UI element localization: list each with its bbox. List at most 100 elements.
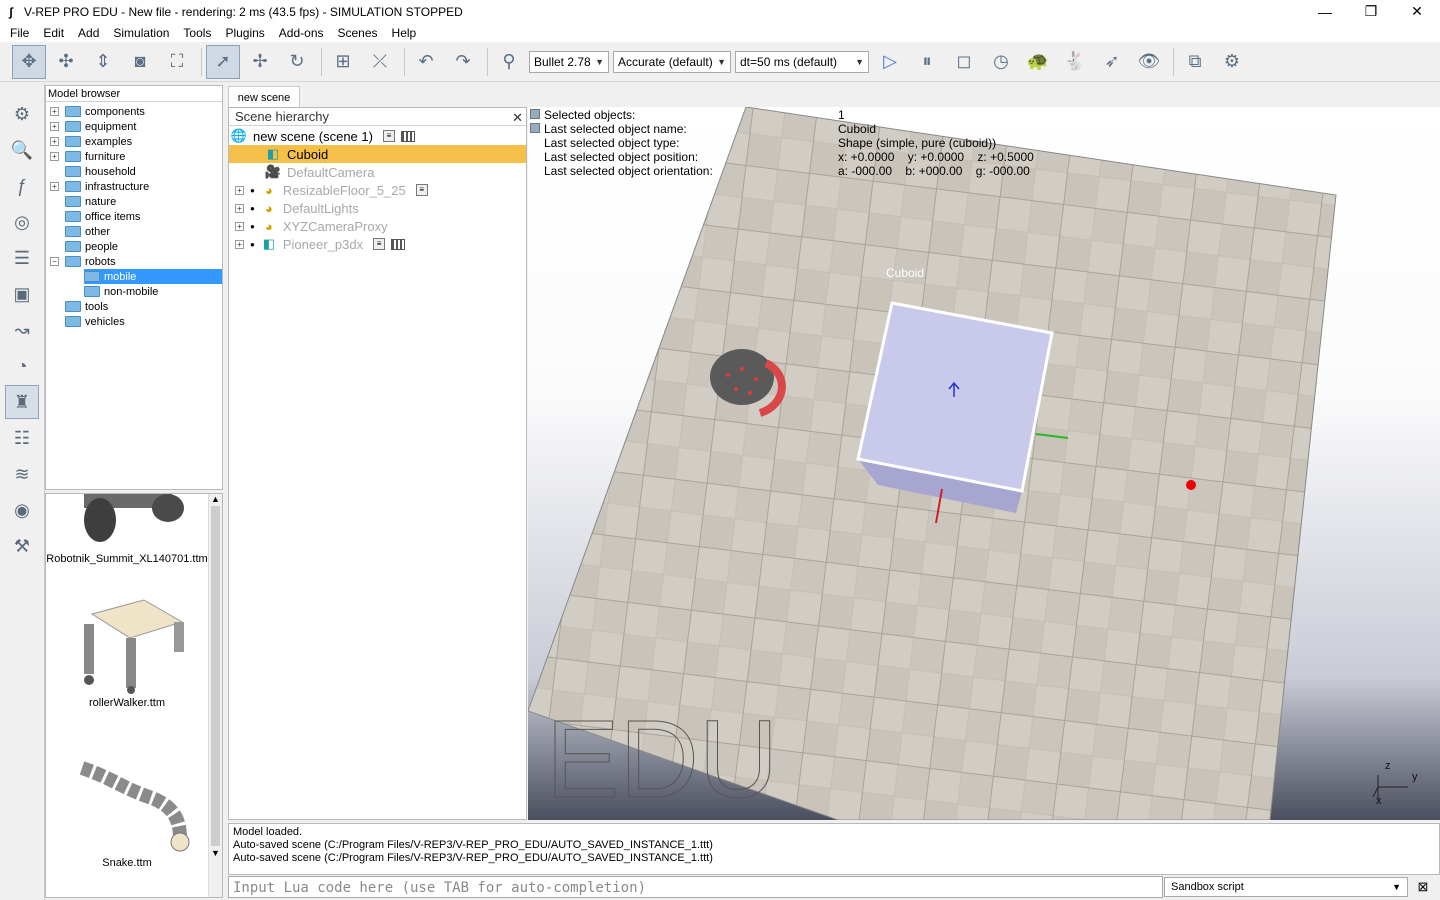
redo-icon[interactable]: ↷ [446, 45, 480, 79]
model-browser-icon[interactable]: ♜ [5, 385, 39, 419]
transfer-dna-icon[interactable]: ⤫ [363, 45, 397, 79]
scene-render[interactable]: Cuboid EDU z y x [528, 107, 1440, 820]
scrollbar-thumb[interactable] [211, 506, 220, 846]
tree-item-people[interactable]: people [65, 239, 118, 254]
minimize-icon[interactable]: — [1302, 0, 1348, 23]
model-thumbnail[interactable]: rollerWalker.ttm [46, 594, 208, 709]
play-icon[interactable]: ▷ [873, 45, 907, 79]
expand-icon[interactable]: + [235, 203, 244, 213]
hierarchy-item-resizablefloor[interactable]: + ● ◕ ResizableFloor_5_25 ≡ [229, 181, 526, 199]
clear-console-icon[interactable]: ⊠ [1412, 878, 1434, 896]
hierarchy-item-cuboid[interactable]: ◧ Cuboid [229, 145, 526, 163]
scene-hierarchy-icon[interactable]: ☷ [5, 421, 39, 455]
model-thumbnail[interactable]: Robotnik_Summit_XL140701.ttm [46, 494, 208, 565]
scene-root[interactable]: 🌐 new scene (scene 1) ≡ [229, 127, 526, 145]
object-shift-icon[interactable]: ✢ [243, 45, 277, 79]
menu-scenes[interactable]: Scenes [331, 26, 385, 40]
stop-icon[interactable]: ◻ [947, 45, 981, 79]
close-icon[interactable]: ✕ [512, 109, 523, 127]
assemble-icon[interactable]: ⊞ [326, 45, 360, 79]
tree-item-non-mobile[interactable]: non-mobile [84, 284, 158, 299]
script-icon[interactable]: ≡ [415, 184, 428, 196]
script-context-select[interactable]: Sandbox script ▼ [1164, 877, 1408, 897]
menu-addons[interactable]: Add-ons [272, 26, 331, 40]
expand-icon[interactable]: + [50, 152, 59, 161]
tree-item-vehicles[interactable]: vehicles [65, 314, 125, 329]
simulation-settings-icon[interactable]: ⚙ [5, 97, 39, 131]
expand-icon[interactable]: + [50, 137, 59, 146]
camera-rotate-icon[interactable]: ✣ [49, 45, 83, 79]
restore-icon[interactable]: ❐ [1348, 0, 1394, 23]
scroll-down-icon[interactable]: ▼ [209, 848, 222, 858]
selection-icon[interactable]: ◔ [5, 349, 39, 383]
expand-icon[interactable]: + [235, 239, 244, 249]
hierarchy-item-defaultcamera[interactable]: 🎥 DefaultCamera [229, 163, 526, 181]
pause-icon[interactable]: ⏸ [910, 45, 944, 79]
customization-script-icon[interactable] [391, 238, 406, 250]
tree-item-examples[interactable]: + examples [50, 134, 132, 149]
menu-edit[interactable]: Edit [36, 26, 71, 40]
accuracy-select[interactable]: Accurate (default) ▼ [613, 50, 731, 73]
shape-edit-icon[interactable]: ▣ [5, 277, 39, 311]
lua-command-input[interactable]: Input Lua code here (use TAB for auto-co… [228, 876, 1163, 898]
tree-item-other[interactable]: other [65, 224, 110, 239]
visualization-icon[interactable]: 👁 [1132, 45, 1166, 79]
collections-icon[interactable]: ◎ [5, 205, 39, 239]
info-toggle-icon[interactable] [530, 109, 540, 119]
tree-item-household[interactable]: household [65, 164, 136, 179]
camera-pan-icon[interactable]: ✥ [12, 44, 46, 79]
hierarchy-item-pioneer[interactable]: + ● ◧ Pioneer_p3dx ≡ [229, 235, 526, 253]
menu-simulation[interactable]: Simulation [106, 26, 176, 40]
object-rotate-icon[interactable]: ↻ [280, 45, 314, 79]
menu-add[interactable]: Add [71, 26, 106, 40]
camera-angle-icon[interactable]: ◙ [123, 45, 157, 79]
thread-rendering-icon[interactable]: ➶ [1095, 45, 1129, 79]
info-toggle-icon[interactable] [530, 123, 540, 133]
model-thumbnail[interactable]: Snake.ttm [46, 758, 208, 869]
tree-item-equipment[interactable]: + equipment [50, 119, 136, 134]
timestep-select[interactable]: dt=50 ms (default) ▼ [735, 50, 869, 73]
hierarchy-item-xyzcameraproxy[interactable]: + ● ◕ XYZCameraProxy [229, 217, 526, 235]
hierarchy-item-defaultlights[interactable]: + ● ◕ DefaultLights [229, 199, 526, 217]
tree-item-tools[interactable]: tools [65, 299, 108, 314]
physics-engine-select[interactable]: Bullet 2.78 ▼ [529, 50, 609, 73]
tree-item-robots[interactable]: − robots [50, 254, 116, 269]
script-icon[interactable]: ≡ [382, 130, 395, 142]
user-settings-icon[interactable]: ⚒ [5, 529, 39, 563]
search-icon[interactable]: 🔍 [5, 133, 39, 167]
tree-item-furniture[interactable]: + furniture [50, 149, 125, 164]
close-icon[interactable]: ✕ [1394, 0, 1440, 23]
realtime-clock-icon[interactable]: ◷ [984, 45, 1018, 79]
scene-tab[interactable]: new scene [228, 86, 300, 108]
camera-shift-icon[interactable]: ⇕ [86, 45, 120, 79]
scene-selector-icon[interactable]: ⚙ [1215, 45, 1249, 79]
expand-icon[interactable]: + [235, 185, 244, 195]
calculation-modules-icon[interactable]: ƒ [5, 169, 39, 203]
scene-viewport[interactable]: Cuboid EDU z y x Selected objects: 1 Las… [528, 107, 1440, 820]
tree-item-nature[interactable]: nature [65, 194, 116, 209]
layers-icon[interactable]: ≋ [5, 457, 39, 491]
click-select-icon[interactable]: ➚ [206, 44, 240, 79]
undo-icon[interactable]: ↶ [409, 45, 443, 79]
page-selector-icon[interactable]: ⧉ [1178, 45, 1212, 79]
thumbnail-scrollbar[interactable]: ▲ ▼ [208, 494, 222, 897]
tree-item-components[interactable]: + components [50, 104, 145, 119]
path-edit-icon[interactable]: ↝ [5, 313, 39, 347]
expand-icon[interactable]: + [50, 107, 59, 116]
fit-to-view-icon[interactable]: ⛶ [160, 45, 194, 79]
customization-script-icon[interactable] [400, 130, 415, 142]
tree-item-infrastructure[interactable]: + infrastructure [50, 179, 149, 194]
scroll-up-icon[interactable]: ▲ [209, 494, 222, 504]
menu-plugins[interactable]: Plugins [218, 26, 271, 40]
tree-item-mobile[interactable]: mobile [84, 269, 222, 284]
collapse-icon[interactable]: − [50, 257, 59, 266]
dynamics-settings-icon[interactable]: ⚲ [492, 45, 526, 79]
menu-tools[interactable]: Tools [176, 26, 218, 40]
expand-icon[interactable]: + [50, 122, 59, 131]
expand-icon[interactable]: + [50, 182, 59, 191]
menu-file[interactable]: File [3, 26, 36, 40]
tree-item-office-items[interactable]: office items [65, 209, 140, 224]
menu-help[interactable]: Help [385, 26, 424, 40]
slow-down-icon[interactable]: 🐢 [1021, 45, 1055, 79]
script-icon[interactable]: ≡ [373, 238, 386, 250]
